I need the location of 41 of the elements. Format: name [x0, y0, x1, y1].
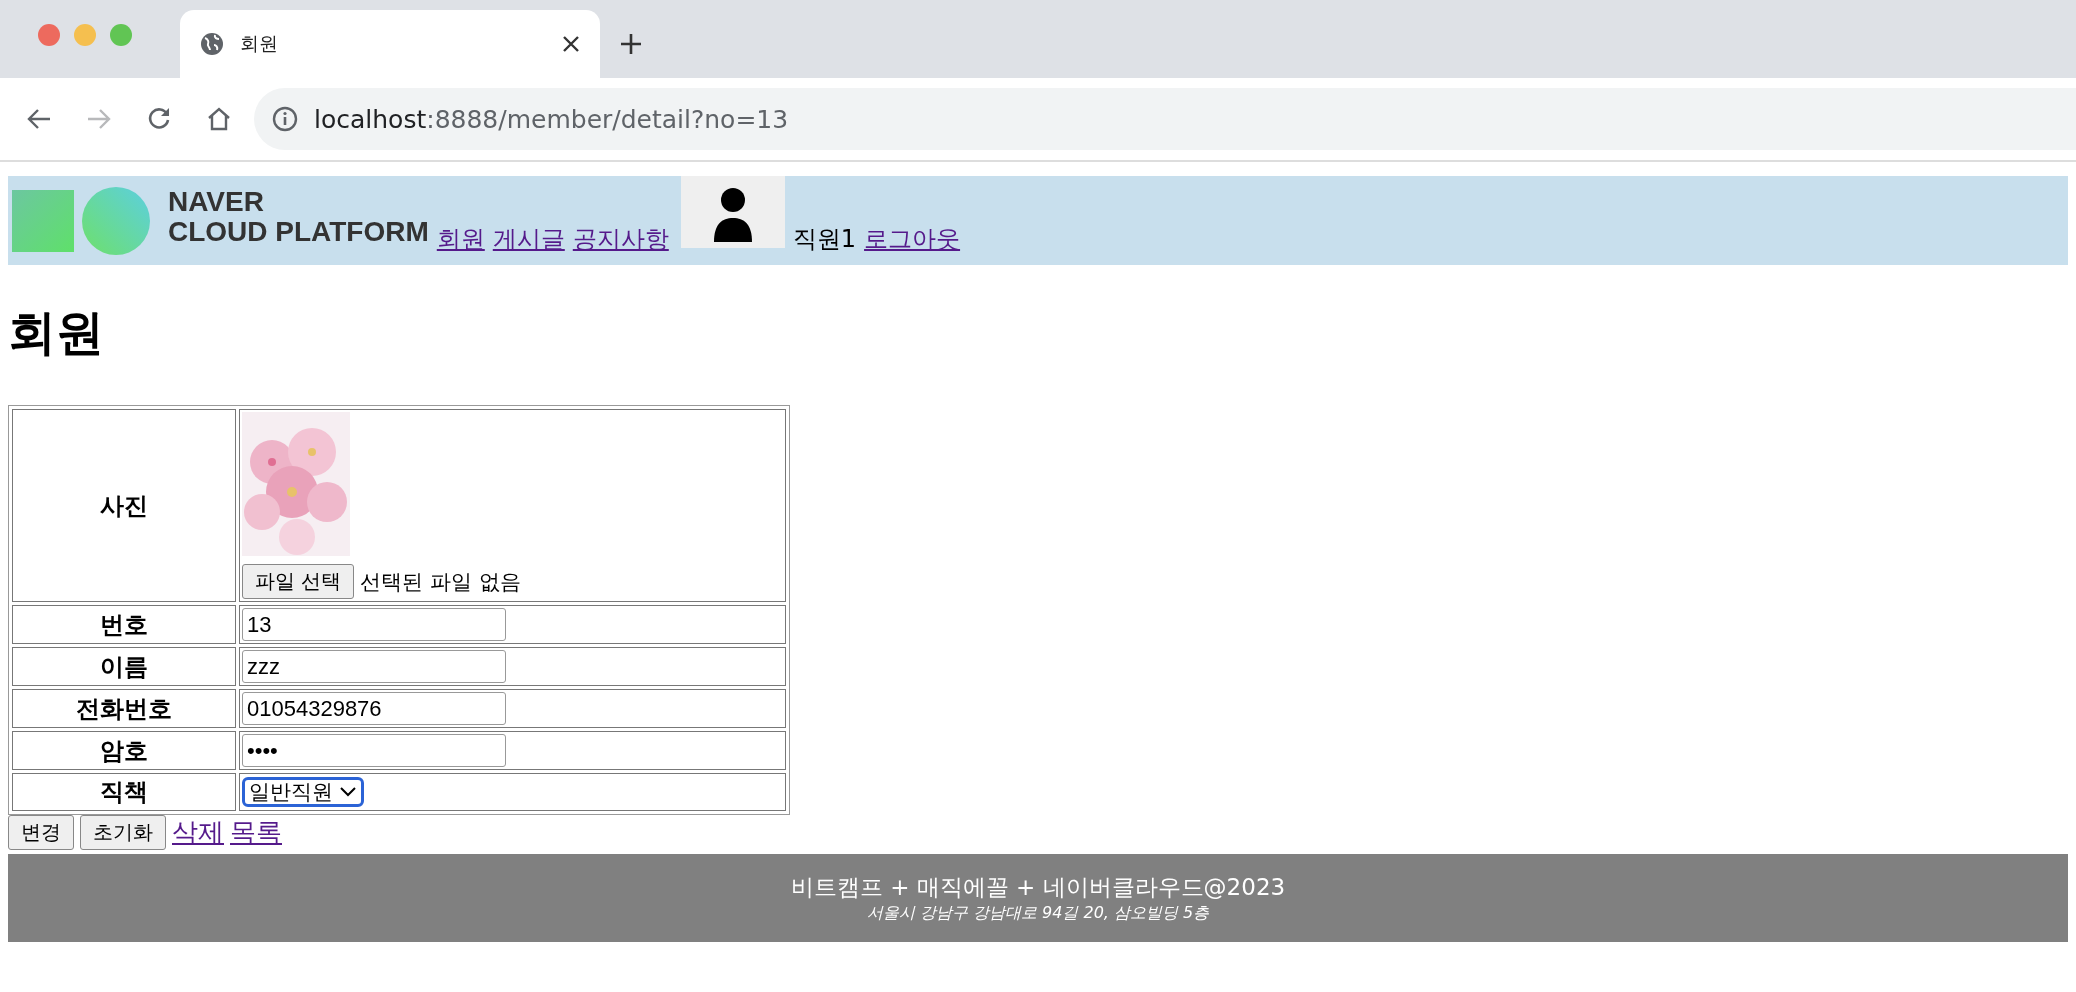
field-label: 이름 — [12, 647, 236, 686]
text-field[interactable]: 13 — [242, 608, 506, 641]
home-icon[interactable] — [206, 106, 232, 132]
page-title: 회원 — [8, 303, 105, 362]
nav-link[interactable]: 게시글 — [492, 223, 565, 265]
field-label: 번호 — [12, 605, 236, 644]
field-label: 암호 — [12, 731, 236, 770]
logout-link[interactable]: 로그아웃 — [864, 223, 961, 265]
form-button[interactable]: 변경 — [8, 815, 74, 850]
text-field[interactable]: zzz — [242, 650, 506, 683]
form-button[interactable]: 초기화 — [80, 815, 166, 850]
chevron-down-icon — [339, 786, 357, 798]
avatar-icon — [680, 176, 785, 248]
url-host: localhost — [314, 104, 427, 134]
role-select[interactable]: 일반직원 — [242, 777, 364, 807]
user-name: 직원1 — [792, 224, 857, 255]
file-choose-button[interactable]: 파일 선택 — [242, 564, 355, 599]
footer-credit: 비트캠프 + 매직에꼴 + 네이버클라우드@2023 — [790, 873, 1286, 902]
address-bar[interactable]: localhost:8888/member/detail?no=13 — [254, 88, 2076, 150]
text-field[interactable]: 01054329876 — [242, 692, 506, 725]
field-label: 전화번호 — [12, 689, 236, 728]
info-icon — [272, 106, 298, 132]
field-label: 사진 — [12, 409, 236, 602]
field-label: 직책 — [12, 773, 236, 811]
browser-tab[interactable]: 회원 — [180, 10, 600, 78]
nav-link[interactable]: 회원 — [436, 223, 485, 265]
password-field[interactable]: •••• — [242, 734, 506, 767]
tab-title: 회원 — [240, 31, 279, 56]
back-icon[interactable] — [26, 107, 52, 131]
close-icon[interactable] — [562, 35, 580, 53]
nav-link[interactable]: 공지사항 — [572, 223, 669, 265]
url-path: :8888/member/detail?no=13 — [426, 104, 789, 134]
logo-text: NAVER — [168, 187, 265, 217]
reload-icon[interactable] — [146, 106, 172, 132]
globe-icon — [200, 32, 224, 56]
logo-text: CLOUD PLATFORM — [168, 217, 429, 247]
footer-address: 서울시 강남구 강남대로 94길 20, 삼오빌딩 5층 — [866, 903, 1210, 924]
plus-icon[interactable] — [620, 33, 642, 55]
action-link[interactable]: 삭제 — [172, 815, 224, 850]
action-link[interactable]: 목록 — [230, 815, 282, 850]
file-status: 선택된 파일 없음 — [360, 568, 521, 596]
